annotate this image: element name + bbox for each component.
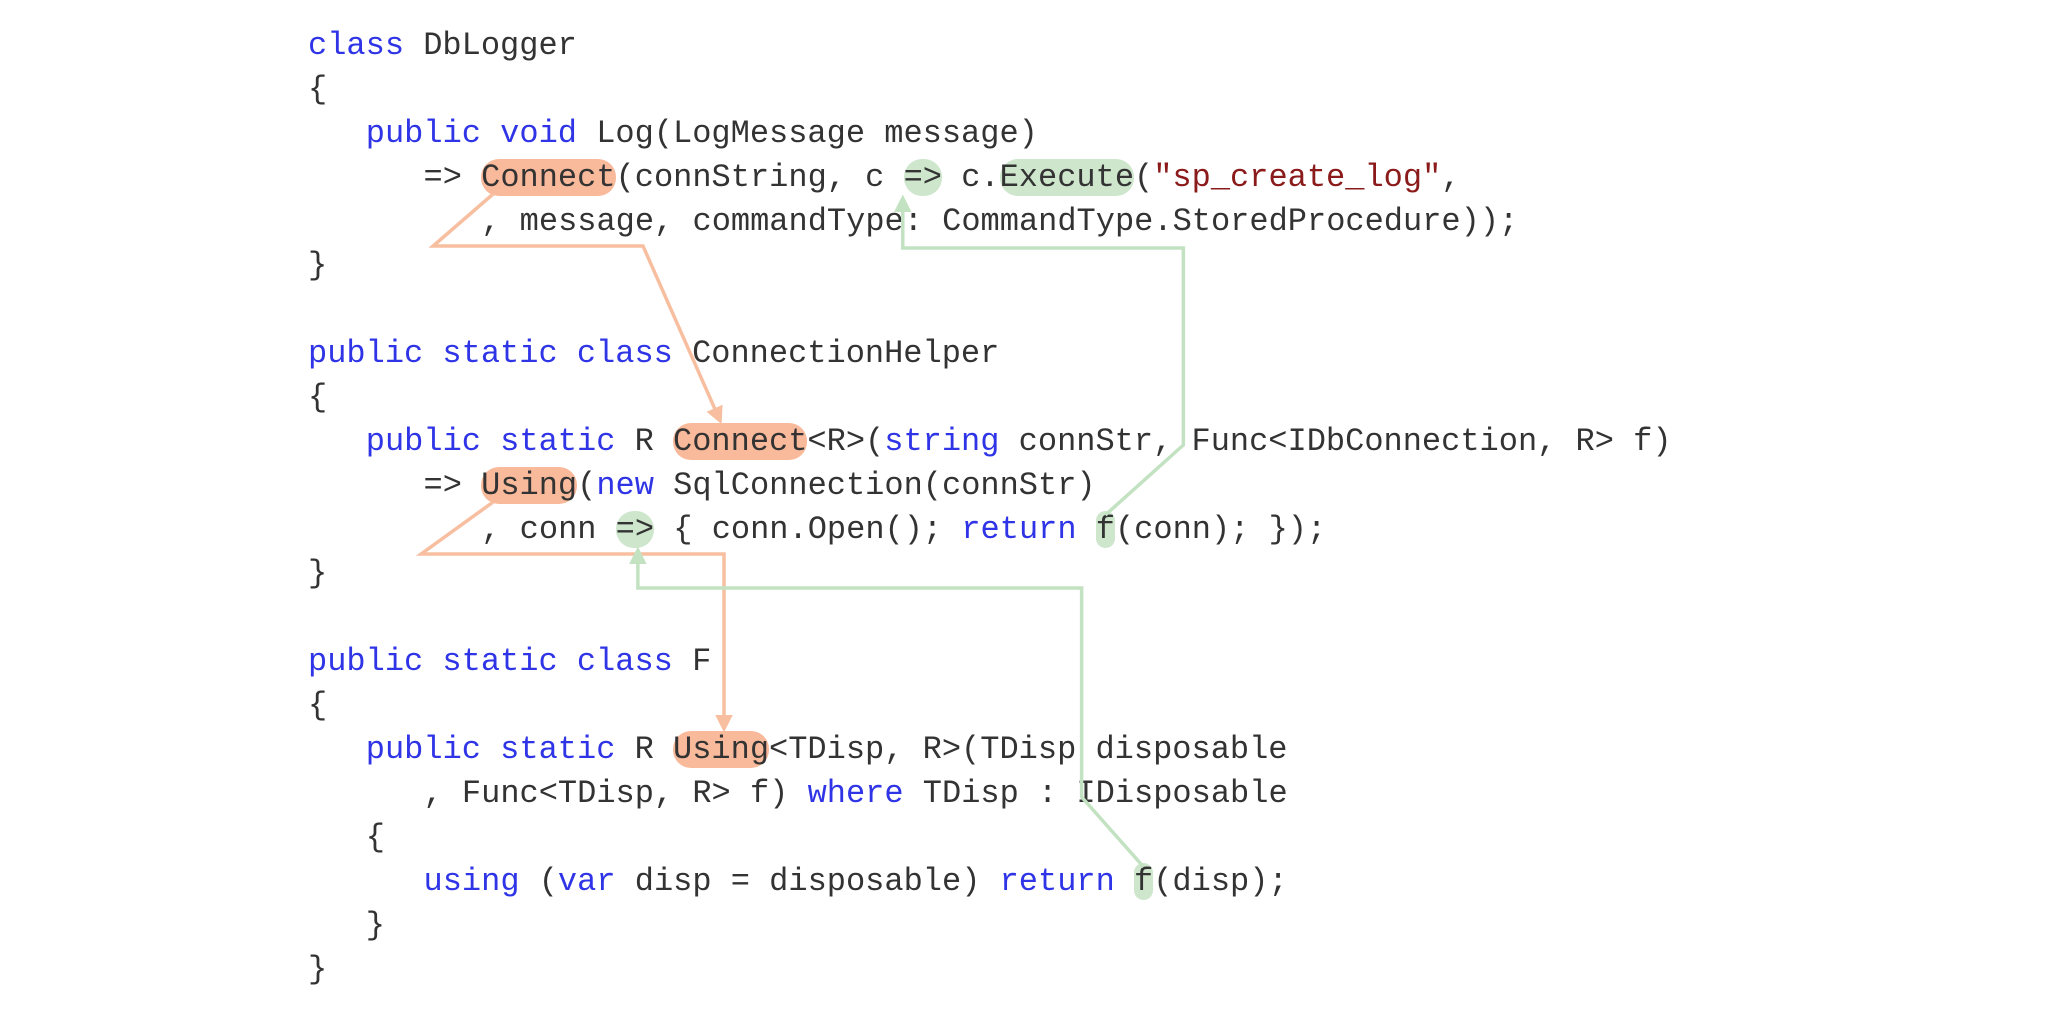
call-flow-arrows [415, 192, 1186, 869]
flow-arrow-using [415, 500, 733, 733]
flow-arrow-disp-lambda [629, 546, 1145, 869]
flow-arrow-connect [428, 192, 723, 425]
flow-arrow-conn-lambda [894, 194, 1186, 517]
